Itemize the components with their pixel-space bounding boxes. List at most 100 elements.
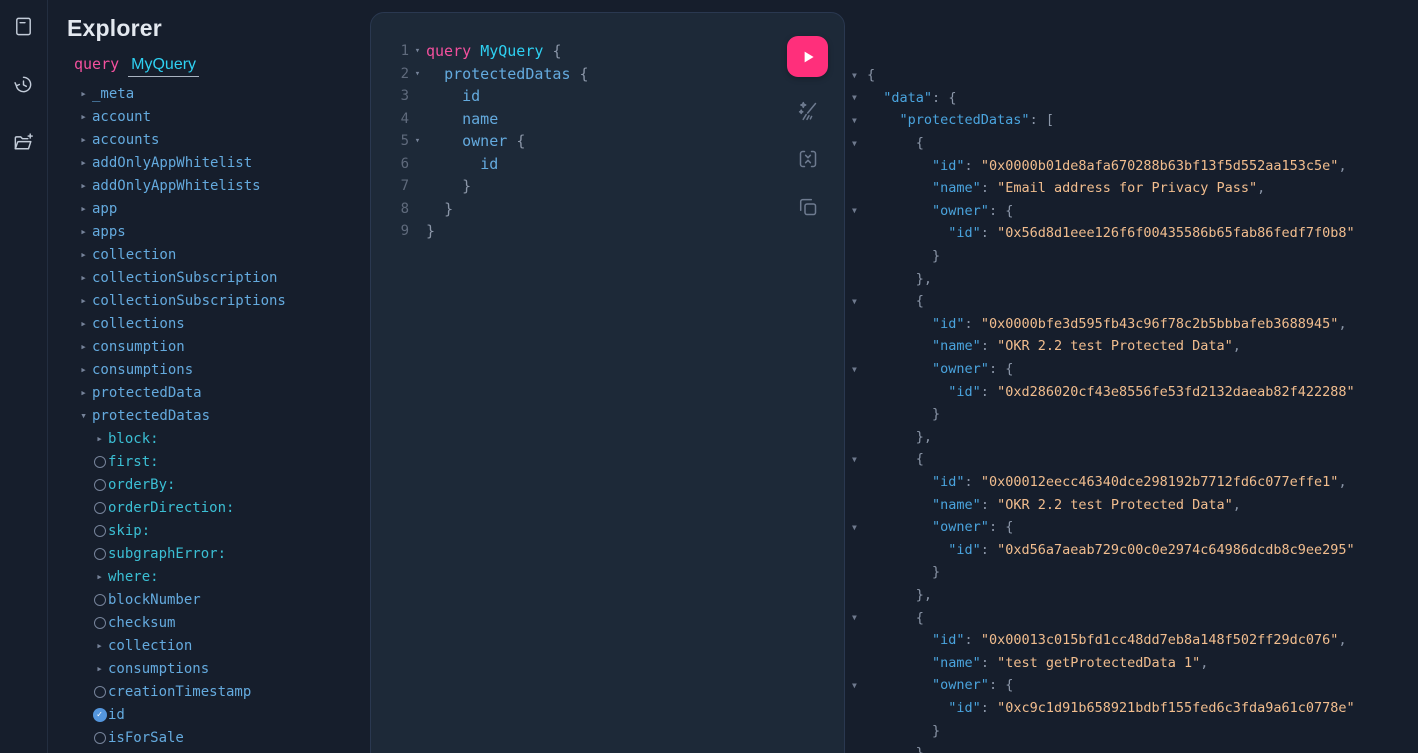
caret-closed-icon[interactable]: ▸ <box>75 111 92 122</box>
collapse-icon[interactable]: ▼ <box>852 455 867 464</box>
collapse-icon[interactable]: ▼ <box>852 116 867 125</box>
tree-item-collections[interactable]: ▸collections <box>49 312 370 335</box>
tree-item-addOnlyAppWhitelist[interactable]: ▸addOnlyAppWhitelist <box>49 151 370 174</box>
code-line[interactable]: 5▾ owner { <box>371 130 844 153</box>
tree-item-blockNumber[interactable]: blockNumber <box>49 588 370 611</box>
field-unchecked-toggle[interactable] <box>91 525 108 537</box>
copy-query-button[interactable] <box>794 193 822 221</box>
collapse-icon[interactable]: ▼ <box>852 206 867 215</box>
explorer-plugin-button[interactable] <box>11 129 37 155</box>
operation-keyword: query <box>74 55 119 73</box>
tree-item-collectionSubscription[interactable]: ▸collectionSubscription <box>49 266 370 289</box>
code-line[interactable]: 8 } <box>371 198 844 221</box>
caret-closed-icon[interactable]: ▸ <box>75 318 92 329</box>
tree-item-label: addOnlyAppWhitelist <box>92 155 252 171</box>
tree-item-label: consumption <box>92 339 185 355</box>
caret-closed-icon[interactable]: ▸ <box>75 88 92 99</box>
tree-item-where[interactable]: ▸where: <box>49 565 370 588</box>
caret-closed-icon[interactable]: ▸ <box>75 387 92 398</box>
tree-item-addOnlyAppWhitelists[interactable]: ▸addOnlyAppWhitelists <box>49 174 370 197</box>
collapse-icon[interactable]: ▼ <box>852 297 867 306</box>
tree-item-id[interactable]: ✓id <box>49 703 370 726</box>
tree-item-consumptions[interactable]: ▸consumptions <box>49 358 370 381</box>
code-line[interactable]: 4 name <box>371 108 844 131</box>
tree-item-protectedData[interactable]: ▸protectedData <box>49 381 370 404</box>
tree-item-protectedDatas[interactable]: ▾protectedDatas <box>49 404 370 427</box>
prettify-query-button[interactable] <box>794 97 822 125</box>
operation-name-input[interactable]: MyQuery <box>128 56 199 77</box>
execute-query-button[interactable] <box>787 36 828 77</box>
tree-item-consumption[interactable]: ▸consumption <box>49 335 370 358</box>
tree-item-_meta[interactable]: ▸_meta <box>49 82 370 105</box>
collapse-icon[interactable]: ▼ <box>852 139 867 148</box>
tree-item-orderDirection[interactable]: orderDirection: <box>49 496 370 519</box>
tree-item-apps[interactable]: ▸apps <box>49 220 370 243</box>
caret-closed-icon[interactable]: ▸ <box>75 180 92 191</box>
caret-closed-icon[interactable]: ▸ <box>91 640 108 651</box>
tree-item-subgraphError[interactable]: subgraphError: <box>49 542 370 565</box>
fold-icon[interactable]: ▾ <box>409 136 426 146</box>
caret-closed-icon[interactable]: ▸ <box>91 663 108 674</box>
field-unchecked-toggle[interactable] <box>91 456 108 468</box>
caret-closed-icon[interactable]: ▸ <box>75 226 92 237</box>
tree-item-first[interactable]: first: <box>49 450 370 473</box>
tree-item-creationTimestamp[interactable]: creationTimestamp <box>49 680 370 703</box>
query-editor-panel: 1▾query MyQuery {2▾ protectedDatas {3 id… <box>370 12 845 753</box>
field-unchecked-toggle[interactable] <box>91 732 108 744</box>
caret-open-icon[interactable]: ▾ <box>75 410 92 421</box>
tree-item-label: subgraphError: <box>108 546 226 562</box>
code-line[interactable]: 6 id <box>371 153 844 176</box>
caret-closed-icon[interactable]: ▸ <box>75 203 92 214</box>
caret-closed-icon[interactable]: ▸ <box>75 341 92 352</box>
tree-item-skip[interactable]: skip: <box>49 519 370 542</box>
docs-plugin-button[interactable] <box>11 13 37 39</box>
code-line[interactable]: 1▾query MyQuery { <box>371 40 844 63</box>
field-unchecked-toggle[interactable] <box>91 479 108 491</box>
tree-item-consumptions[interactable]: ▸consumptions <box>49 657 370 680</box>
tree-item-orderBy[interactable]: orderBy: <box>49 473 370 496</box>
fold-icon[interactable]: ▾ <box>409 46 426 56</box>
operation-row: query MyQuery <box>74 55 370 77</box>
collapse-icon[interactable]: ▼ <box>852 523 867 532</box>
caret-closed-icon[interactable]: ▸ <box>75 134 92 145</box>
caret-closed-icon[interactable]: ▸ <box>75 249 92 260</box>
history-plugin-button[interactable] <box>11 71 37 97</box>
caret-closed-icon[interactable]: ▸ <box>91 433 108 444</box>
tree-item-collection[interactable]: ▸collection <box>49 634 370 657</box>
code-line[interactable]: 9} <box>371 220 844 243</box>
json-line: } <box>846 561 1418 584</box>
tree-item-checksum[interactable]: checksum <box>49 611 370 634</box>
caret-closed-icon[interactable]: ▸ <box>75 295 92 306</box>
tree-item-collectionSubscriptions[interactable]: ▸collectionSubscriptions <box>49 289 370 312</box>
merge-fragments-button[interactable] <box>794 145 822 173</box>
caret-closed-icon[interactable]: ▸ <box>75 364 92 375</box>
tree-item-accounts[interactable]: ▸accounts <box>49 128 370 151</box>
json-line: } <box>846 245 1418 268</box>
field-unchecked-toggle[interactable] <box>91 594 108 606</box>
collapse-icon[interactable]: ▼ <box>852 365 867 374</box>
collapse-icon[interactable]: ▼ <box>852 681 867 690</box>
field-unchecked-toggle[interactable] <box>91 686 108 698</box>
field-unchecked-toggle[interactable] <box>91 502 108 514</box>
code-line[interactable]: 7 } <box>371 175 844 198</box>
tree-item-block[interactable]: ▸block: <box>49 427 370 450</box>
field-unchecked-toggle[interactable] <box>91 617 108 629</box>
caret-closed-icon[interactable]: ▸ <box>91 571 108 582</box>
code-line[interactable]: 3 id <box>371 85 844 108</box>
field-unchecked-toggle[interactable] <box>91 548 108 560</box>
fold-icon[interactable]: ▾ <box>409 69 426 79</box>
caret-closed-icon[interactable]: ▸ <box>75 157 92 168</box>
tree-item-account[interactable]: ▸account <box>49 105 370 128</box>
collapse-icon[interactable]: ▼ <box>852 71 867 80</box>
line-number: 8 <box>371 201 409 217</box>
field-checked-toggle[interactable]: ✓ <box>91 708 108 722</box>
code-line[interactable]: 2▾ protectedDatas { <box>371 63 844 86</box>
tree-item-isForSale[interactable]: isForSale <box>49 726 370 749</box>
json-line: ▼{ <box>846 64 1418 87</box>
tree-item-collection[interactable]: ▸collection <box>49 243 370 266</box>
tree-item-app[interactable]: ▸app <box>49 197 370 220</box>
collapse-icon[interactable]: ▼ <box>852 93 867 102</box>
query-editor[interactable]: 1▾query MyQuery {2▾ protectedDatas {3 id… <box>371 13 844 243</box>
collapse-icon[interactable]: ▼ <box>852 613 867 622</box>
caret-closed-icon[interactable]: ▸ <box>75 272 92 283</box>
